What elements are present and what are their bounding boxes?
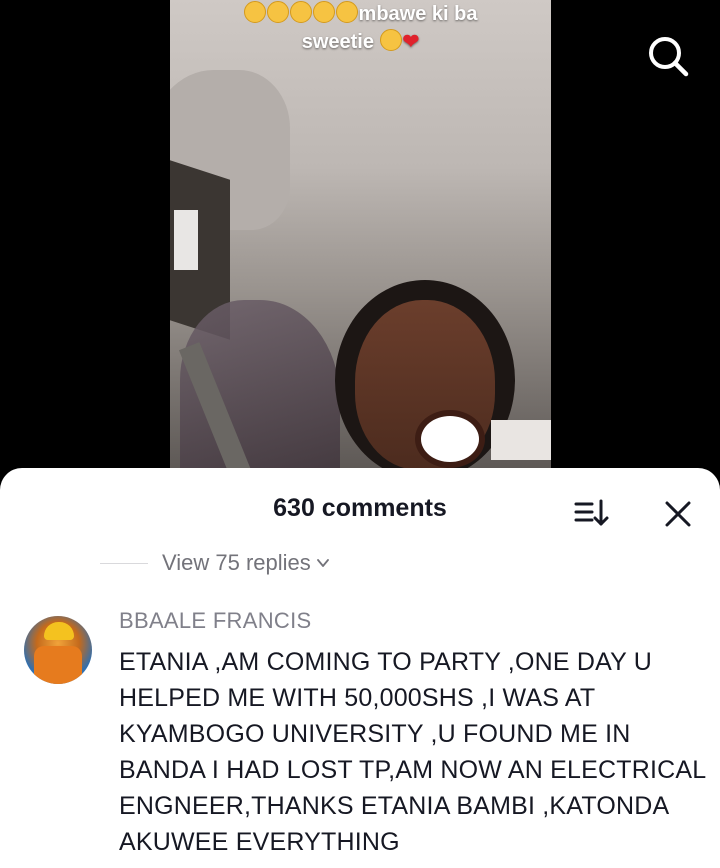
view-replies-label: View 75 replies (162, 550, 311, 575)
replies-divider (100, 562, 148, 564)
pleading-emoji-icon (379, 29, 402, 51)
caption-text-1: mbawe ki ba (358, 3, 478, 25)
comments-count-title: 630 comments (273, 494, 447, 522)
close-icon (665, 501, 691, 527)
laughing-emoji-icon (266, 1, 289, 23)
avatar-body (34, 646, 82, 684)
view-replies-link[interactable]: View 75 replies (100, 548, 329, 578)
sort-button[interactable] (572, 496, 612, 530)
search-button[interactable] (646, 34, 690, 78)
window-light (174, 210, 198, 270)
video-player[interactable] (170, 0, 551, 480)
video-caption-line2: sweetie ❤ (170, 28, 551, 56)
comment-username[interactable]: BBAALE FRANCIS (119, 608, 311, 634)
mouth (415, 410, 485, 468)
caption-text-2: sweetie (301, 31, 374, 53)
close-button[interactable] (660, 496, 696, 532)
laughing-emoji-icon (335, 1, 358, 23)
face (355, 300, 495, 470)
search-icon (649, 37, 689, 77)
laughing-emoji-icon (312, 1, 335, 23)
chevron-down-icon (316, 559, 329, 567)
comments-sheet: 630 comments View 75 replies BBAALE FRAN… (0, 468, 720, 868)
comment-text: ETANIA ,AM COMING TO PARTY ,ONE DAY U HE… (119, 648, 706, 856)
heart-icon: ❤ (402, 31, 420, 53)
laughing-emoji-icon (289, 1, 312, 23)
video-caption-line1: mbawe ki ba (170, 0, 551, 28)
avatar-helmet (44, 622, 74, 640)
sort-icon (574, 499, 609, 526)
laughing-emoji-icon (243, 1, 266, 23)
avatar[interactable] (24, 616, 92, 684)
rear-window (491, 420, 551, 460)
